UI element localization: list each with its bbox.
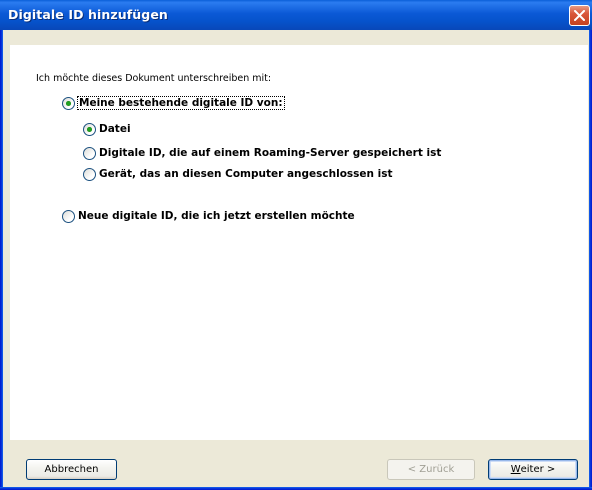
radio-new-id-label[interactable]: Neue digitale ID, die ich jetzt erstelle… — [78, 210, 355, 222]
radio-new-id-button[interactable] — [62, 209, 75, 223]
radio-new-id[interactable]: Neue digitale ID, die ich jetzt erstelle… — [62, 208, 355, 224]
next-button-mnemonic: W — [510, 464, 521, 475]
cancel-button[interactable]: Abbrechen — [26, 459, 117, 480]
back-button[interactable]: < Zurück — [387, 459, 475, 480]
next-button-label: eiter > — [520, 464, 556, 475]
dialog-window: Digitale ID hinzufügen Ich möchte dieses… — [0, 0, 592, 490]
radio-existing-id[interactable]: Meine bestehende digitale ID von: — [62, 95, 285, 111]
radio-roaming-server-label[interactable]: Digitale ID, die auf einem Roaming-Serve… — [99, 147, 441, 159]
close-icon — [574, 10, 585, 21]
radio-existing-id-button[interactable] — [62, 96, 75, 110]
radio-existing-id-label[interactable]: Meine bestehende digitale ID von: — [77, 96, 285, 110]
radio-device-label[interactable]: Gerät, das an diesen Computer angeschlos… — [99, 168, 393, 180]
radio-file-button[interactable] — [83, 122, 96, 136]
radio-file[interactable]: Datei — [83, 121, 131, 137]
title-bar[interactable]: Digitale ID hinzufügen — [0, 0, 592, 30]
next-button[interactable]: Weiter > — [488, 459, 578, 480]
close-button[interactable] — [569, 5, 590, 26]
radio-roaming-server-button[interactable] — [83, 146, 96, 160]
radio-device[interactable]: Gerät, das an diesen Computer angeschlos… — [83, 166, 393, 182]
intro-text: Ich möchte dieses Dokument unterschreibe… — [36, 73, 272, 84]
radio-roaming-server[interactable]: Digitale ID, die auf einem Roaming-Serve… — [83, 145, 441, 161]
radio-file-label[interactable]: Datei — [99, 123, 131, 135]
window-title: Digitale ID hinzufügen — [8, 7, 168, 22]
radio-device-button[interactable] — [83, 167, 96, 181]
